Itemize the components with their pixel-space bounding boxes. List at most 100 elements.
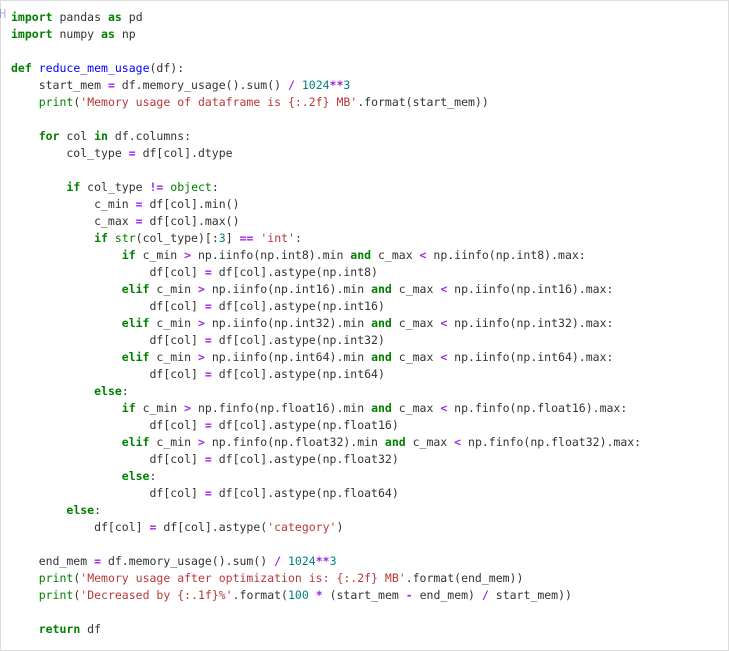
keyword-as: as	[101, 27, 115, 41]
keyword-and: and	[371, 401, 392, 415]
code-text: (start_mem	[323, 588, 406, 602]
keyword-elif: elif	[122, 435, 150, 449]
string: 'Memory usage after optimization is: {:.…	[80, 571, 405, 585]
code-text: np.finfo(np.float32).max:	[461, 435, 641, 449]
string: 'int'	[260, 231, 295, 245]
alias: pd	[129, 10, 143, 24]
code-text: col	[59, 129, 94, 143]
code-text: df[col]	[11, 452, 205, 466]
space	[309, 588, 316, 602]
space	[108, 231, 115, 245]
op: **	[330, 78, 344, 92]
code-text: c_max	[392, 350, 440, 364]
number: 100	[288, 588, 309, 602]
op: =	[205, 265, 212, 279]
op: =	[205, 299, 212, 313]
code-text: df[col].astype(	[156, 520, 267, 534]
keyword-elif: elif	[122, 350, 150, 364]
code-text: df[col]	[11, 265, 205, 279]
keyword-import: import	[11, 27, 53, 41]
code-text: np.finfo(np.float16).max:	[447, 401, 627, 415]
code-text: df[col].astype(np.int32)	[212, 333, 385, 347]
code-text: df[col].astype(np.float32)	[212, 452, 399, 466]
indent	[11, 95, 39, 109]
alias: np	[122, 27, 136, 41]
code-text: np.iinfo(np.int8).min	[191, 248, 350, 262]
code-text: c_min	[149, 435, 197, 449]
code-text: df[col]	[11, 418, 205, 432]
string: 'category'	[267, 520, 336, 534]
op: >	[198, 435, 205, 449]
code-text: col_type	[80, 180, 149, 194]
code-text: np.iinfo(np.int64).min	[205, 350, 371, 364]
op: !=	[150, 180, 164, 194]
code-text: np.iinfo(np.int32).max:	[447, 316, 613, 330]
op: >	[184, 248, 191, 262]
code-text: df.columns:	[108, 129, 191, 143]
op: =	[205, 452, 212, 466]
op: =	[108, 78, 115, 92]
space	[281, 554, 288, 568]
string: 'Memory usage of dataframe is {:.2f} MB'	[80, 95, 357, 109]
keyword-and: and	[385, 435, 406, 449]
op: >	[184, 401, 191, 415]
colon: :	[94, 503, 101, 517]
code-text: col_type	[11, 146, 129, 160]
indent	[11, 571, 39, 585]
op: =	[136, 214, 143, 228]
keyword-and: and	[371, 282, 392, 296]
keyword-return: return	[39, 622, 81, 636]
code-text: c_max	[392, 316, 440, 330]
space	[295, 78, 302, 92]
code-text: c_min	[136, 248, 184, 262]
code-text: df[col].astype(np.int8)	[212, 265, 378, 279]
code-text: df[col].min()	[143, 197, 240, 211]
code-text: c_max	[392, 282, 440, 296]
code-text: df[col].astype(np.int64)	[212, 367, 385, 381]
op: =	[205, 486, 212, 500]
builtin-print: print	[39, 588, 74, 602]
code-text: c_min	[11, 197, 136, 211]
code-text: c_max	[406, 435, 454, 449]
code-text: c_min	[149, 282, 197, 296]
builtin-print: print	[39, 571, 74, 585]
code-text: np.iinfo(np.int8).max:	[426, 248, 585, 262]
keyword-else: else	[94, 384, 122, 398]
op: =	[205, 418, 212, 432]
code-text: c_max	[392, 401, 440, 415]
keyword-and: and	[371, 316, 392, 330]
op: >	[198, 316, 205, 330]
number: 3	[330, 554, 337, 568]
code-text: .format(	[233, 588, 288, 602]
number: 1024	[302, 78, 330, 92]
op: >	[198, 282, 205, 296]
keyword-for: for	[39, 129, 60, 143]
op: =	[136, 197, 143, 211]
builtin-print: print	[39, 95, 74, 109]
code-text: df[col]	[11, 367, 205, 381]
function-name: reduce_mem_usage	[39, 61, 150, 75]
paren: )	[336, 520, 343, 534]
code-text: .format(start_mem))	[357, 95, 489, 109]
colon: :	[149, 469, 156, 483]
code-text: c_min	[149, 350, 197, 364]
number: 1024	[288, 554, 316, 568]
keyword-if: if	[66, 180, 80, 194]
builtin-object: object	[170, 180, 212, 194]
code-text: np.iinfo(np.int64).max:	[447, 350, 613, 364]
code-text: c_min	[149, 316, 197, 330]
keyword-elif: elif	[122, 316, 150, 330]
builtin-str: str	[115, 231, 136, 245]
params: (df):	[150, 61, 185, 75]
code-text: end_mem	[11, 554, 94, 568]
module-name: pandas	[59, 10, 101, 24]
keyword-else: else	[66, 503, 94, 517]
keyword-and: and	[371, 350, 392, 364]
op: -	[406, 588, 413, 602]
colon: :	[295, 231, 302, 245]
keyword-if: if	[94, 231, 108, 245]
code-cell: H import pandas as pd import numpy as np…	[0, 0, 729, 651]
cell-gutter-marker: H	[0, 7, 6, 21]
op: ==	[240, 231, 254, 245]
code-text: c_max	[371, 248, 419, 262]
